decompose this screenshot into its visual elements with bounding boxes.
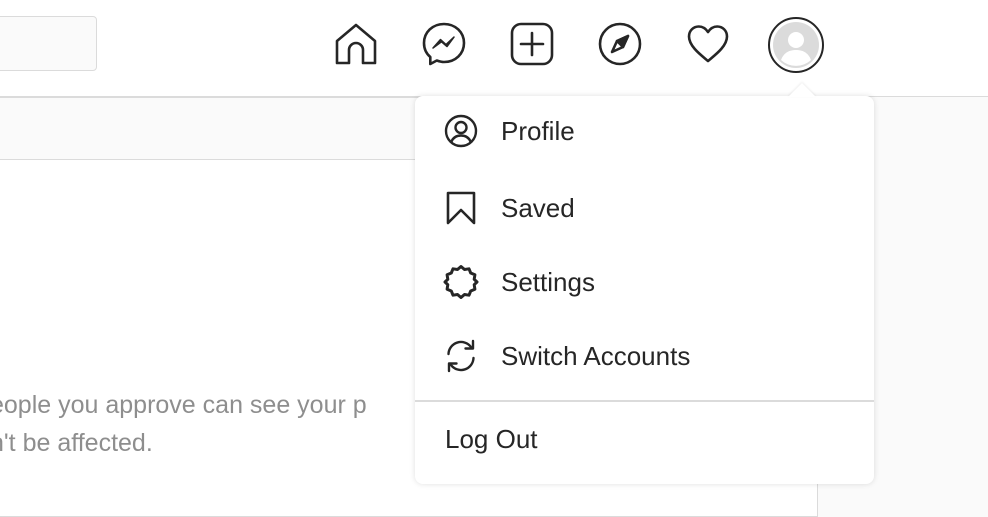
menu-item-label: Settings [501,266,595,297]
menu-divider [415,400,874,402]
profile-avatar[interactable] [768,17,824,73]
menu-item-settings[interactable]: Settings [415,247,874,317]
menu-item-label: Switch Accounts [501,340,691,371]
top-navigation-bar [0,0,988,97]
profile-dropdown-menu: Profile Saved Settings Switch Accounts L… [415,96,874,484]
explore-icon[interactable] [597,21,643,67]
menu-item-saved[interactable]: Saved [415,173,874,243]
menu-item-switch-accounts[interactable]: Switch Accounts [415,321,874,391]
log-out-label: Log Out [445,424,538,454]
menu-item-label: Saved [501,192,575,223]
menu-item-profile[interactable]: Profile [415,96,874,166]
switch-accounts-icon [443,338,479,374]
menu-item-label: Profile [501,115,575,146]
new-post-icon[interactable] [509,21,555,67]
search-input[interactable] [0,16,97,71]
activity-heart-icon[interactable] [685,21,731,67]
home-icon[interactable] [333,21,379,67]
profile-icon [443,113,479,149]
messenger-icon[interactable] [421,21,467,67]
bookmark-icon [443,190,479,226]
settings-gear-icon [443,264,479,300]
log-out-button[interactable]: Log Out [415,404,874,476]
dropdown-caret [788,83,816,97]
